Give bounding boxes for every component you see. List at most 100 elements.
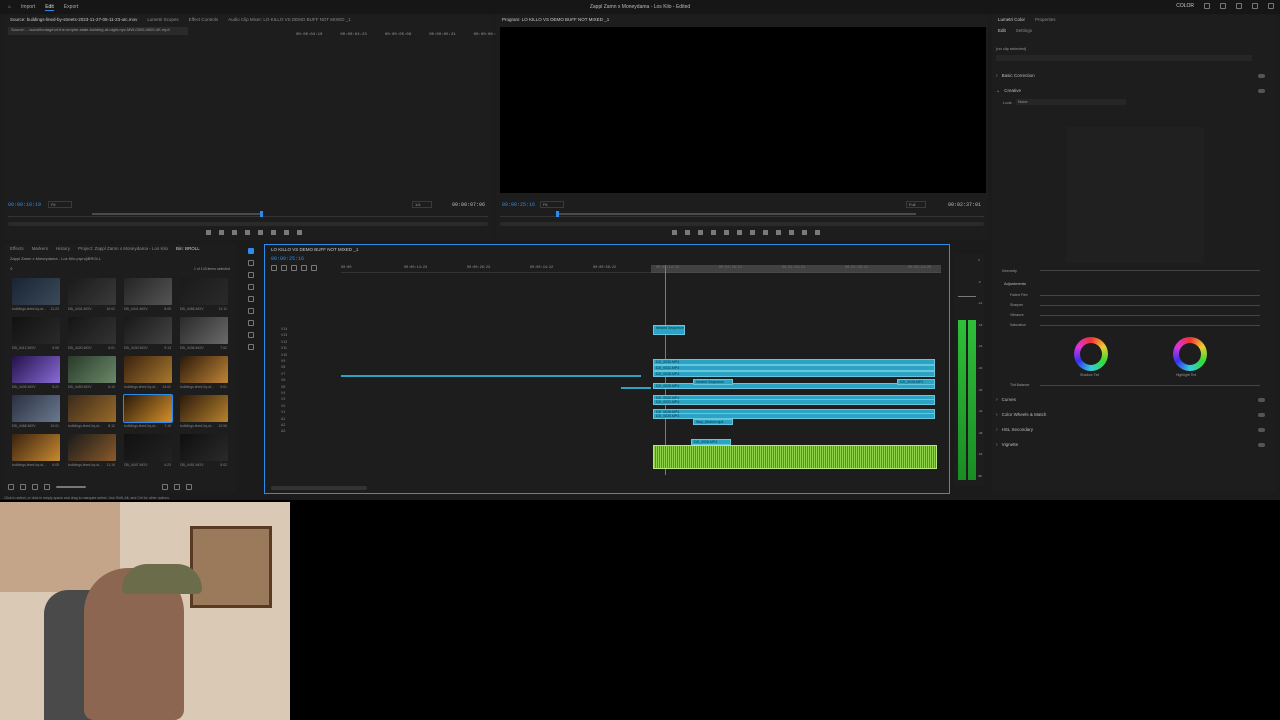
list-view-icon[interactable] xyxy=(20,484,26,490)
adjustments-header[interactable]: Adjustments xyxy=(1004,281,1026,286)
faded-film-slider[interactable] xyxy=(1040,295,1260,296)
work-area-bar[interactable] xyxy=(651,265,941,273)
source-viewer[interactable] xyxy=(8,39,488,199)
section-color-wheels[interactable]: › Color Wheels & Match xyxy=(996,409,1271,420)
step-back-icon[interactable] xyxy=(724,230,729,235)
program-viewer[interactable] xyxy=(500,27,986,193)
source-playhead[interactable] xyxy=(260,211,263,217)
clip-thumbnail[interactable]: buildings-lined-by-st... 14:02 xyxy=(124,356,172,389)
close-icon[interactable] xyxy=(1268,3,1274,9)
tab-lumetri-scopes[interactable]: Lumetri Scopes xyxy=(147,17,178,22)
go-to-in-icon[interactable] xyxy=(711,230,716,235)
track-header[interactable]: A1 xyxy=(281,417,285,421)
clip-thumbnail[interactable]: buildings-lined-by-st... 6:05 xyxy=(12,434,60,467)
nest-icon[interactable] xyxy=(271,265,277,271)
export-frame-icon[interactable] xyxy=(297,230,302,235)
play-icon[interactable] xyxy=(737,230,742,235)
section-toggle[interactable] xyxy=(1258,427,1265,432)
new-item-icon[interactable] xyxy=(174,484,180,490)
audio-waveform-clip[interactable] xyxy=(653,445,937,469)
program-fit-dropdown[interactable]: Fit xyxy=(540,201,564,208)
tab-markers[interactable]: Markers xyxy=(32,246,48,251)
tab-audio-clip-mixer[interactable]: Audio Clip Mixer: LO KILLO VS DEMO BUFF … xyxy=(228,17,351,22)
track-header[interactable]: V8 xyxy=(281,365,285,369)
clip-thumbnail[interactable]: buildings-lined-by-st... 8:12 xyxy=(68,395,116,428)
timeline-clip[interactable] xyxy=(621,387,651,389)
tab-lumetri-color[interactable]: Lumetri Color xyxy=(998,17,1025,22)
export-frame-icon[interactable] xyxy=(802,230,807,235)
program-playhead[interactable] xyxy=(556,211,559,217)
razor-tool-icon[interactable] xyxy=(248,284,254,290)
fullscreen-icon[interactable] xyxy=(1220,3,1226,9)
tab-effect-controls[interactable]: Effect Controls xyxy=(189,17,218,22)
mark-out-icon[interactable] xyxy=(698,230,703,235)
tint-balance-slider[interactable] xyxy=(1040,385,1260,386)
timeline-clip[interactable]: DJI_0031.MP4 xyxy=(653,399,935,405)
sharpen-slider[interactable] xyxy=(1040,305,1260,306)
section-basic-correction[interactable]: › Basic Correction xyxy=(996,70,1271,81)
intensity-slider[interactable] xyxy=(1040,270,1260,271)
program-scrub-bar[interactable] xyxy=(500,211,984,217)
maximize-icon[interactable] xyxy=(1252,3,1258,9)
section-curves[interactable]: › Curves xyxy=(996,394,1271,405)
section-toggle[interactable] xyxy=(1258,397,1265,402)
clip-thumbnail[interactable]: DB_4441.MOV 8:05 xyxy=(124,278,172,311)
freeform-view-icon[interactable] xyxy=(44,484,50,490)
section-creative[interactable]: ⌄ Creative xyxy=(996,85,1271,96)
program-quality-dropdown[interactable]: Full xyxy=(906,201,926,208)
play-icon[interactable] xyxy=(245,230,250,235)
track-header[interactable]: V14 xyxy=(281,327,287,331)
clip-thumbnail[interactable]: buildings-lined-by-st... 11:23 xyxy=(12,278,60,311)
hand-tool-icon[interactable] xyxy=(248,332,254,338)
tab-edit[interactable]: Edit xyxy=(998,28,1006,33)
section-toggle[interactable] xyxy=(1258,88,1265,93)
clip-thumbnail[interactable]: DB_4412.MOV 5:08 xyxy=(12,317,60,350)
highlight-tint-wheel[interactable] xyxy=(1173,337,1207,371)
step-back-icon[interactable] xyxy=(232,230,237,235)
lift-icon[interactable] xyxy=(776,230,781,235)
selection-tool-icon[interactable] xyxy=(248,248,254,254)
look-dropdown[interactable]: None xyxy=(1016,99,1126,105)
timeline-clip[interactable]: DJI_0028.MP4 xyxy=(653,371,935,377)
program-timecode[interactable]: 00:00:25:16 xyxy=(502,202,535,208)
snap-icon[interactable] xyxy=(281,265,287,271)
quick-export-icon[interactable] xyxy=(1204,3,1210,9)
go-to-out-icon[interactable] xyxy=(763,230,768,235)
section-toggle[interactable] xyxy=(1258,73,1265,78)
track-header[interactable]: A2 xyxy=(281,423,285,427)
timeline-clip[interactable]: Nested Sequence xyxy=(693,379,733,385)
tab-sequence[interactable]: LO KILLO VS DEMO BUFF NOT MIXED _1 xyxy=(271,247,358,252)
add-marker-icon[interactable] xyxy=(301,265,307,271)
timeline-timecode[interactable]: 00:00:25:16 xyxy=(271,256,304,262)
clip-thumbnail[interactable]: DB_4451.MOV 5:02 xyxy=(180,434,228,467)
insert-icon[interactable] xyxy=(271,230,276,235)
clip-thumbnail[interactable]: DB_4447.MOV 4:23 xyxy=(124,434,172,467)
section-vignette[interactable]: › Vignette xyxy=(996,439,1271,450)
clip-thumbnail[interactable]: buildings-lined-by-st... 11:19 xyxy=(68,434,116,467)
clip-thumbnail[interactable]: DB_4456.MOV 11:11 xyxy=(180,278,228,311)
clip-thumbnail[interactable]: buildings-lined-by-st... 9:01 xyxy=(180,356,228,389)
track-header[interactable]: V1 xyxy=(281,410,285,414)
mark-in-icon[interactable] xyxy=(206,230,211,235)
new-bin-icon[interactable] xyxy=(162,484,168,490)
timeline-clip[interactable]: Nested Sequence xyxy=(653,325,685,335)
add-marker-icon[interactable] xyxy=(672,230,677,235)
zoom-slider-icon[interactable] xyxy=(56,486,86,488)
track-header[interactable]: V7 xyxy=(281,372,285,376)
clip-thumbnail[interactable]: DB_4468.MOV 10:01 xyxy=(12,395,60,428)
workspace-label[interactable]: COLOR xyxy=(1176,3,1194,9)
track-header[interactable]: V13 xyxy=(281,333,287,337)
track-header[interactable]: V11 xyxy=(281,346,287,350)
step-forward-icon[interactable] xyxy=(750,230,755,235)
track-header[interactable]: V5 xyxy=(281,385,285,389)
track-header[interactable]: V3 xyxy=(281,397,285,401)
lumetri-preset-dropdown[interactable] xyxy=(996,55,1252,61)
track-header[interactable]: V2 xyxy=(281,404,285,408)
rectangle-tool-icon[interactable] xyxy=(248,320,254,326)
tab-program[interactable]: Program: LO KILLO VS DEMO BUFF NOT MIXED… xyxy=(502,17,609,22)
source-quality-dropdown[interactable]: 1/4 xyxy=(412,201,432,208)
timeline-zoom-bar[interactable] xyxy=(271,486,367,490)
clip-thumbnail[interactable]: buildings-lined-by-st... 7:19 xyxy=(123,394,173,428)
clip-thumbnail[interactable]: DB_4459.MOV 6:10 xyxy=(68,356,116,389)
timeline-clip[interactable]: Stop_Motion.mp4 xyxy=(693,419,733,425)
